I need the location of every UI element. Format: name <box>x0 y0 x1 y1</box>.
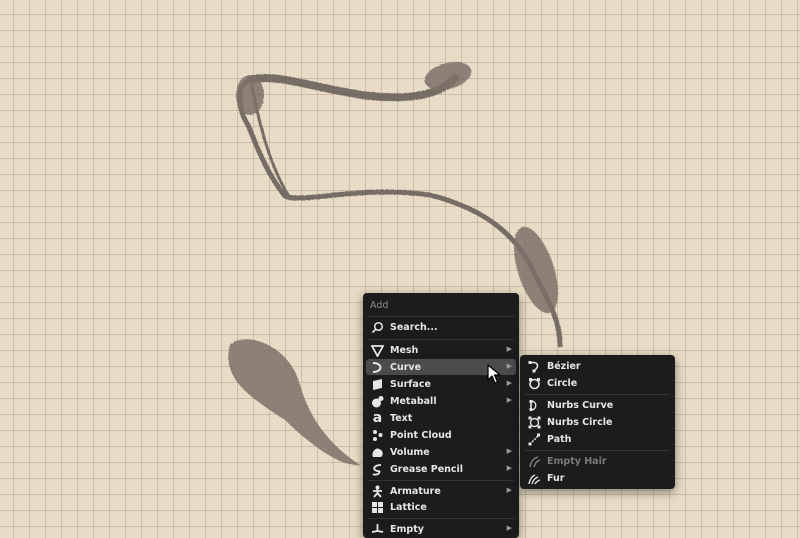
menu-item-grease-pencil[interactable]: Grease Pencil ▶ <box>366 461 516 477</box>
menu-separator <box>368 316 514 317</box>
lattice-icon <box>371 501 384 514</box>
menu-item-label: Mesh <box>390 344 419 356</box>
volume-icon <box>371 446 384 459</box>
menu-item-metaball[interactable]: Metaball ▶ <box>366 393 516 409</box>
submenu-item-label: Path <box>547 433 572 445</box>
text-icon: a <box>372 409 383 426</box>
submenu-item-label: Bézier <box>547 360 581 372</box>
menu-item-label: Armature <box>390 485 441 497</box>
submenu-item-nurbs-curve[interactable]: Nurbs Curve <box>523 397 672 413</box>
add-menu: Add Search... Mesh ▶ Curve ▶ Surface ▶ M… <box>363 293 519 538</box>
submenu-item-nurbs-circle[interactable]: Nurbs Circle <box>523 414 672 430</box>
submenu-arrow-icon: ▶ <box>506 447 512 455</box>
search-label: Search... <box>390 321 438 333</box>
nurbs-circle-icon <box>528 416 541 429</box>
submenu-arrow-icon: ▶ <box>506 396 512 404</box>
menu-item-label: Text <box>390 412 413 424</box>
menu-item-label: Grease Pencil <box>390 463 464 475</box>
submenu-item-circle[interactable]: Circle <box>523 375 672 391</box>
menu-title: Add <box>370 300 389 311</box>
menu-item-label: Volume <box>390 446 430 458</box>
search-icon <box>371 321 384 334</box>
grease-pencil-icon <box>371 463 384 476</box>
menu-separator <box>368 339 514 340</box>
submenu-arrow-icon: ▶ <box>506 345 512 353</box>
armature-icon <box>371 485 384 498</box>
fur-icon <box>528 472 541 485</box>
menu-item-point-cloud[interactable]: Point Cloud <box>366 427 516 443</box>
curve-icon <box>371 361 384 374</box>
menu-separator <box>368 518 514 519</box>
menu-separator <box>368 480 514 481</box>
submenu-item-label: Nurbs Curve <box>547 399 614 411</box>
surface-icon <box>371 378 384 391</box>
submenu-arrow-icon: ▶ <box>506 464 512 472</box>
metaball-icon <box>371 395 384 408</box>
submenu-arrow-icon: ▶ <box>506 379 512 387</box>
menu-item-mesh[interactable]: Mesh ▶ <box>366 342 516 358</box>
submenu-item-empty-hair[interactable]: Empty Hair <box>523 453 672 469</box>
menu-item-label: Lattice <box>390 501 427 513</box>
search-field[interactable]: Search... <box>366 319 516 335</box>
path-icon <box>528 433 541 446</box>
submenu-arrow-icon: ▶ <box>506 524 512 532</box>
menu-item-armature[interactable]: Armature ▶ <box>366 483 516 499</box>
submenu-item-fur[interactable]: Fur <box>523 470 672 486</box>
submenu-item-label: Fur <box>547 472 565 484</box>
point-cloud-icon <box>371 429 384 442</box>
menu-item-label: Metaball <box>390 395 437 407</box>
menu-item-label: Surface <box>390 378 431 390</box>
submenu-item-label: Nurbs Circle <box>547 416 613 428</box>
menu-separator <box>525 394 670 395</box>
circle-curve-icon <box>528 377 541 390</box>
empty-icon <box>371 523 384 536</box>
curve-submenu: Bézier Circle Nurbs Curve Nurbs Circle P… <box>520 355 675 489</box>
menu-item-label: Curve <box>390 361 422 373</box>
empty-hair-icon <box>528 455 541 468</box>
mesh-icon <box>371 344 384 357</box>
menu-item-lattice[interactable]: Lattice <box>366 499 516 515</box>
submenu-item-bezier[interactable]: Bézier <box>523 358 672 374</box>
bezier-icon <box>528 360 541 373</box>
menu-item-empty[interactable]: Empty ▶ <box>366 521 516 537</box>
submenu-item-label: Circle <box>547 377 578 389</box>
mouse-cursor-icon <box>487 364 501 384</box>
submenu-item-label: Empty Hair <box>547 455 607 467</box>
menu-separator <box>525 450 670 451</box>
menu-item-label: Point Cloud <box>390 429 452 441</box>
menu-item-text[interactable]: a Text <box>366 410 516 426</box>
submenu-arrow-icon: ▶ <box>506 486 512 494</box>
menu-item-volume[interactable]: Volume ▶ <box>366 444 516 460</box>
nurbs-curve-icon <box>528 399 541 412</box>
submenu-arrow-icon: ▶ <box>506 362 512 370</box>
submenu-item-path[interactable]: Path <box>523 431 672 447</box>
